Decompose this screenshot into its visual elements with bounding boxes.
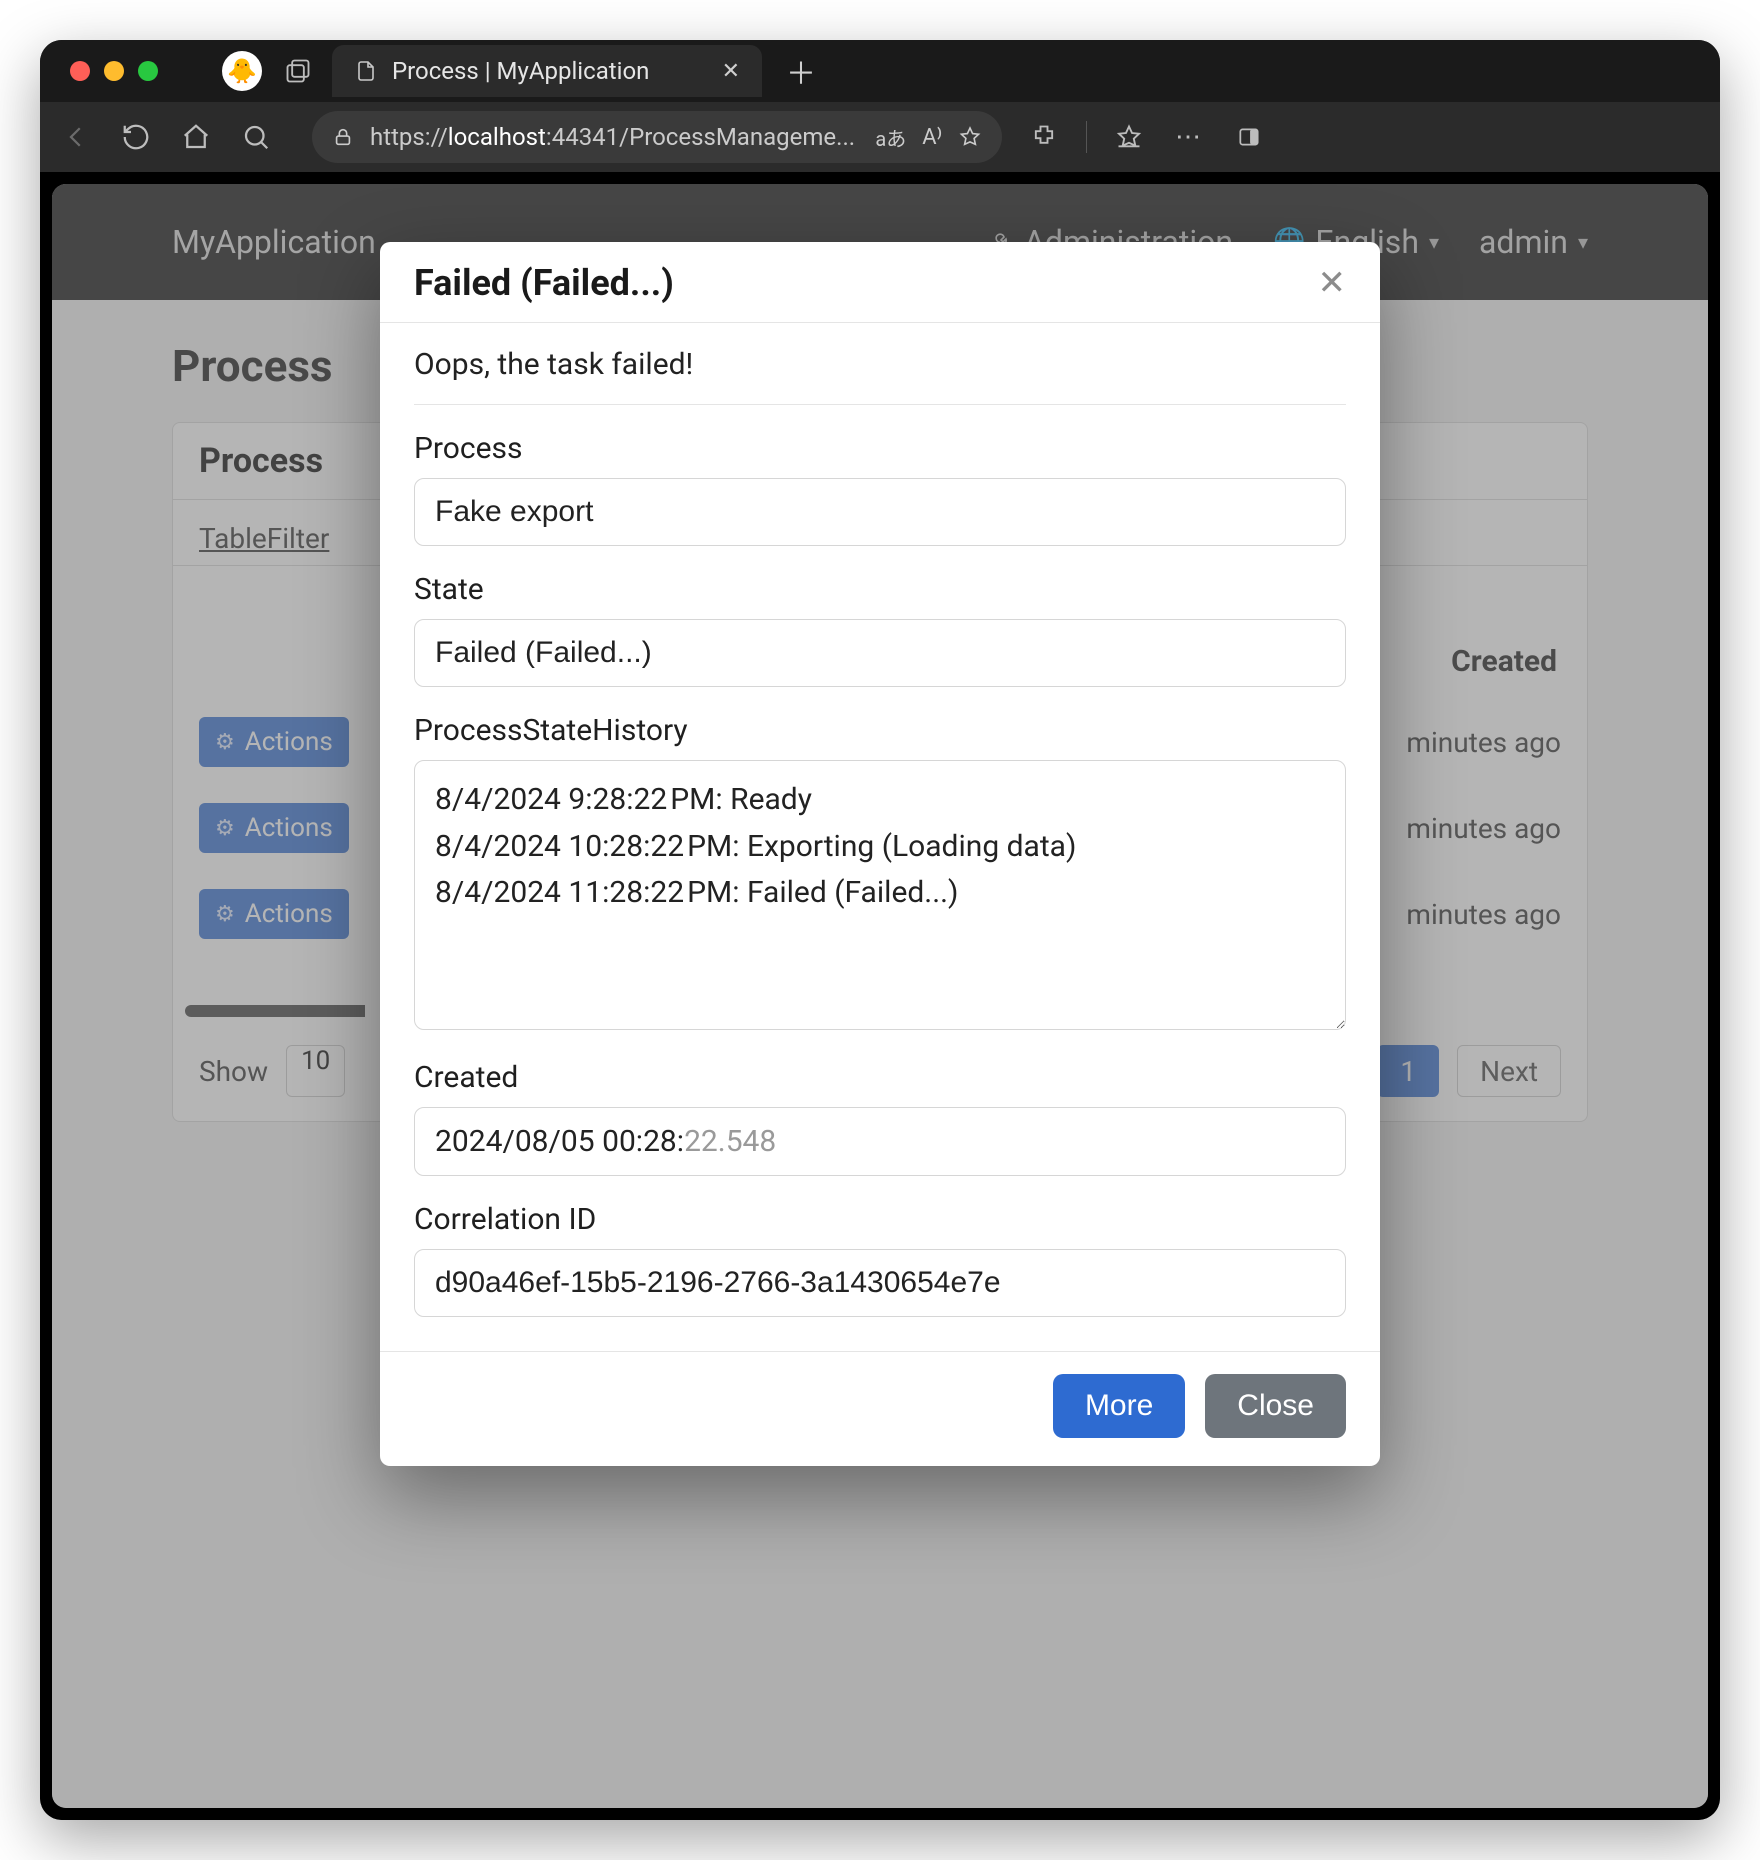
url-text: https://localhost:44341/ProcessManageme.… [370,123,859,151]
browser-window: 🐥 Process | MyApplication ✕ ＋ [40,40,1720,1820]
sidebar-toggle-icon[interactable] [1231,119,1267,155]
favorites-icon[interactable] [1111,119,1147,155]
field-created[interactable]: 2024/08/05 00:28:22.548 [414,1107,1346,1176]
field-correlation-id[interactable] [414,1249,1346,1317]
back-icon[interactable] [58,119,94,155]
window-controls [70,61,158,81]
maximize-window-button[interactable] [138,61,158,81]
home-icon[interactable] [178,119,214,155]
label-history: ProcessStateHistory [414,713,1346,748]
label-process: Process [414,431,1346,466]
field-history[interactable] [414,760,1346,1030]
tab-strip: 🐥 Process | MyApplication ✕ ＋ [40,40,1720,102]
label-created: Created [414,1060,1346,1095]
page: MyApplication Administration 🌐 English ▾ [52,184,1708,1808]
close-window-button[interactable] [70,61,90,81]
close-button[interactable]: Close [1205,1374,1346,1438]
tab-close-icon[interactable]: ✕ [722,59,740,84]
modal-title: Failed (Failed...) [414,262,1318,304]
more-icon[interactable]: ⋯ [1171,119,1207,155]
search-icon[interactable] [238,119,274,155]
minimize-window-button[interactable] [104,61,124,81]
toolbar-separator [1086,121,1087,153]
modal-message: Oops, the task failed! [414,341,1346,405]
new-tab-button[interactable]: ＋ [786,49,816,93]
extensions-icon[interactable] [1026,119,1062,155]
workspaces-icon[interactable] [284,57,312,85]
address-bar[interactable]: https://localhost:44341/ProcessManageme.… [312,111,1002,163]
modal-close-icon[interactable]: ✕ [1318,266,1347,300]
browser-tab[interactable]: Process | MyApplication ✕ [332,45,762,97]
field-state[interactable] [414,619,1346,687]
translate-badge[interactable]: aあ [875,123,906,152]
page-icon [354,59,378,83]
label-correlation-id: Correlation ID [414,1202,1346,1237]
label-state: State [414,572,1346,607]
lock-icon [332,126,354,148]
more-button[interactable]: More [1053,1374,1185,1438]
read-aloud-icon[interactable]: A⁾ [922,125,942,150]
browser-toolbar: https://localhost:44341/ProcessManageme.… [40,102,1720,172]
favorite-icon[interactable] [958,125,982,149]
tab-title: Process | MyApplication [392,57,708,85]
refresh-icon[interactable] [118,119,154,155]
failure-modal: Failed (Failed...) ✕ Oops, the task fail… [380,242,1380,1466]
profile-avatar[interactable]: 🐥 [222,51,262,91]
field-process[interactable] [414,478,1346,546]
